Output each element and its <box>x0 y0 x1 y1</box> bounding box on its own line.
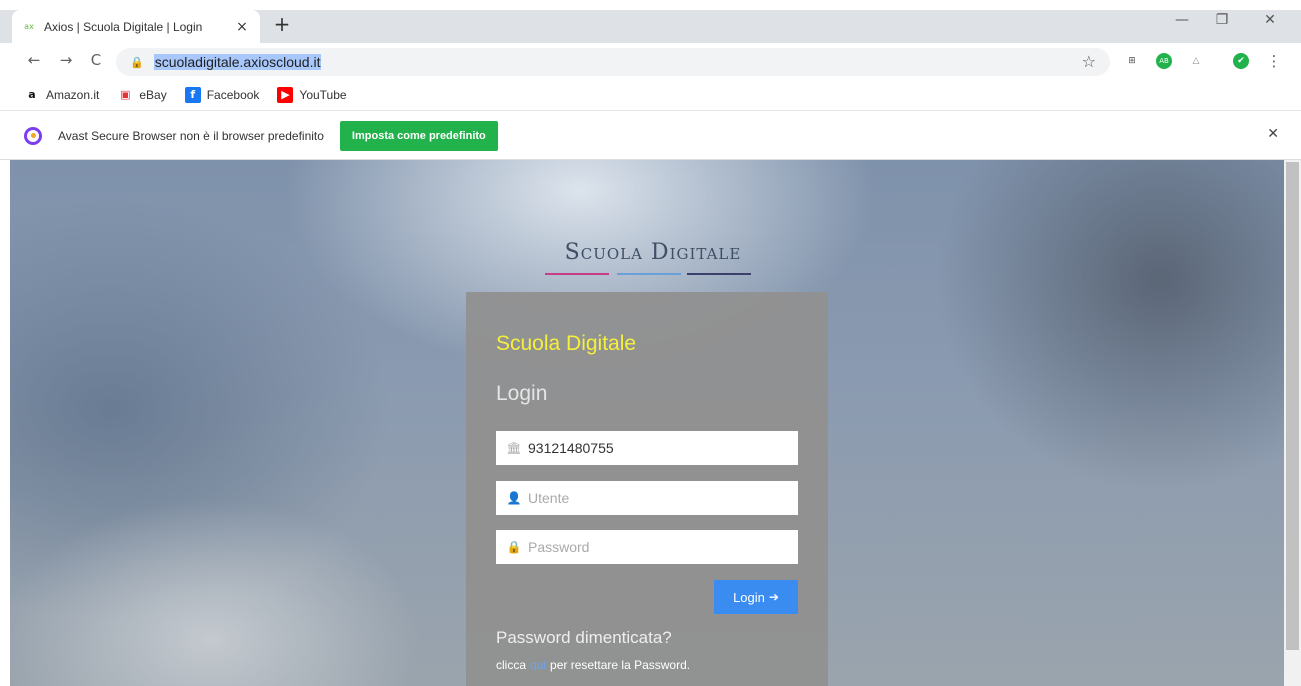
reload-button[interactable]: C <box>86 51 106 69</box>
login-button-label: Login <box>733 589 765 605</box>
address-bar[interactable]: 🔒 scuoladigitale.axioscloud.it ☆ <box>116 48 1110 76</box>
bookmark-label: YouTube <box>299 87 347 102</box>
forgot-password-heading: Password dimenticata? <box>496 628 672 647</box>
reset-link[interactable]: qui <box>530 658 546 672</box>
user-field[interactable]: 👤 <box>496 481 798 515</box>
bookmark-label: eBay <box>139 87 167 102</box>
avast-online-security-icon[interactable]: ✔ <box>1233 53 1249 69</box>
minimize-button[interactable]: — <box>1167 12 1197 28</box>
adblock-icon[interactable]: AB <box>1156 53 1172 69</box>
card-subtitle: Login <box>496 382 548 405</box>
window-close-button[interactable]: ✕ <box>1255 12 1285 28</box>
password-input[interactable] <box>528 539 788 555</box>
brand-line-navy <box>687 273 751 275</box>
school-code-input[interactable] <box>528 440 788 456</box>
reset-password-text: clicca qui per resettare la Password. <box>496 658 690 672</box>
url-text[interactable]: scuoladigitale.axioscloud.it <box>153 54 322 70</box>
login-button[interactable]: Login ➔ <box>714 580 798 614</box>
tab-strip: ax Axios | Scuola Digitale | Login × + —… <box>0 0 1301 43</box>
new-tab-button[interactable]: + <box>268 12 296 36</box>
brand-line-magenta <box>545 273 609 275</box>
brand-line-blue <box>617 273 681 275</box>
grid-icon[interactable]: ⊞ <box>1124 53 1140 69</box>
infobar-message: Avast Secure Browser non è il browser pr… <box>58 128 324 143</box>
reset-suffix: per resettare la Password. <box>550 658 691 672</box>
default-browser-infobar: Avast Secure Browser non è il browser pr… <box>0 112 1301 160</box>
infobar-close-icon[interactable]: ✕ <box>1267 126 1279 142</box>
card-title: Scuola Digitale <box>496 332 637 355</box>
youtube-icon: ▶ <box>277 86 294 103</box>
browser-toolbar: ← → C 🔒 scuoladigitale.axioscloud.it ☆ ⊞… <box>0 43 1301 79</box>
set-default-button[interactable]: Imposta come predefinito <box>339 120 498 151</box>
bookmark-youtube[interactable]: ▶ YouTube <box>277 86 347 103</box>
ebay-bag-icon: ▣ <box>117 86 134 103</box>
institution-icon: 🏛 <box>506 441 522 455</box>
forward-button[interactable]: → <box>56 51 76 69</box>
lock-icon[interactable]: 🔒 <box>130 56 144 69</box>
brand-logo: Scuola Digitale <box>564 240 742 265</box>
axios-favicon-icon: ax <box>24 22 34 31</box>
padlock-icon: 🔒 <box>506 540 522 554</box>
bookmark-facebook[interactable]: f Facebook <box>184 86 260 103</box>
bookmark-star-icon[interactable]: ☆ <box>1082 52 1096 71</box>
avast-logo-icon <box>24 126 42 145</box>
scrollbar-thumb[interactable] <box>1286 162 1299 650</box>
page-background: Scuola Digitale Scuola Digitale Login 🏛 … <box>10 160 1284 686</box>
user-icon: 👤 <box>506 491 522 505</box>
back-button[interactable]: ← <box>24 51 44 69</box>
menu-icon[interactable]: ⋮ <box>1266 52 1282 70</box>
reset-prefix: clicca <box>496 658 527 672</box>
password-field[interactable]: 🔒 <box>496 530 798 564</box>
tab-axios[interactable]: ax Axios | Scuola Digitale | Login × <box>12 10 260 43</box>
amazon-icon: a <box>24 86 40 103</box>
bookmark-label: Amazon.it <box>46 87 100 102</box>
bookmark-ebay[interactable]: ▣ eBay <box>117 86 167 103</box>
school-code-field[interactable]: 🏛 <box>496 431 798 465</box>
facebook-icon: f <box>184 86 201 103</box>
bookmark-amazon[interactable]: a Amazon.it <box>24 86 100 103</box>
bookmark-label: Facebook <box>206 87 260 102</box>
bookmarks-bar: a Amazon.it ▣ eBay f Facebook ▶ YouTube <box>0 79 1301 111</box>
restore-button[interactable]: ❐ <box>1207 12 1237 28</box>
login-card: Scuola Digitale Login 🏛 👤 🔒 Login ➔ Pass… <box>466 292 828 686</box>
avast-passwords-icon[interactable]: △ <box>1188 53 1204 69</box>
user-input[interactable] <box>528 490 788 506</box>
tab-title: Axios | Scuola Digitale | Login <box>44 19 203 34</box>
tab-close-icon[interactable]: × <box>234 19 250 35</box>
arrow-circle-icon: ➔ <box>768 590 779 604</box>
